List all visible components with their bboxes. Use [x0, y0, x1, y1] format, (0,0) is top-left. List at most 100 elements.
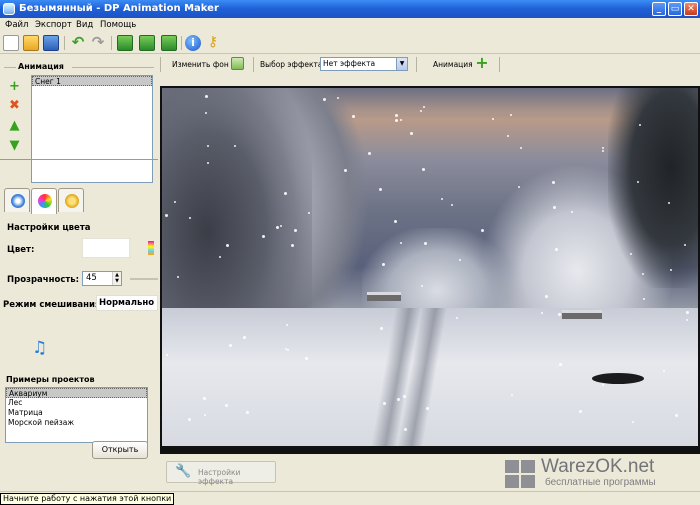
menu-file[interactable]: Файл [5, 20, 28, 30]
snowflake [541, 312, 543, 314]
effect-settings-label: Настройки эффекта [198, 468, 241, 486]
main-toolbar: ↶ ↷ i ⚷ [0, 32, 700, 54]
snowflake [422, 168, 425, 171]
snowflake [205, 95, 208, 98]
snowflake [686, 319, 688, 321]
color-settings-title: Настройки цвета [7, 223, 91, 233]
snowflake [441, 198, 443, 200]
info-icon[interactable]: i [185, 35, 201, 51]
preview-canvas[interactable] [160, 86, 700, 454]
list-item[interactable]: Матрица [6, 408, 147, 418]
snowflake [459, 259, 461, 261]
move-up-icon[interactable]: ▲ [8, 119, 21, 133]
delete-icon[interactable]: ✖ [8, 99, 21, 113]
snowflake [571, 211, 573, 213]
export-image-icon[interactable] [139, 35, 155, 51]
snowflake [225, 404, 228, 407]
add-icon[interactable]: + [8, 80, 21, 94]
snowflake [404, 428, 407, 431]
snowflake [229, 344, 232, 347]
snowflake [207, 162, 209, 164]
export-exe-icon[interactable] [161, 35, 177, 51]
minimize-button[interactable]: _ [652, 2, 666, 16]
snowflake [287, 349, 289, 351]
menu-help[interactable]: Помощь [100, 20, 136, 30]
effect-select-label: Выбор эффекта [260, 60, 323, 69]
snowflake [174, 201, 176, 203]
snowflake [668, 202, 670, 204]
dark-trees-right [608, 88, 698, 288]
house [562, 310, 602, 319]
save-icon[interactable] [43, 35, 59, 51]
snowflake [352, 115, 355, 118]
toolbar-separator [181, 36, 182, 50]
effect-settings-button[interactable]: 🔧 Настройки эффекта [166, 461, 276, 486]
export-icon[interactable] [117, 35, 133, 51]
opacity-spinner[interactable]: 45 ▲ ▼ [82, 271, 122, 286]
snowflake [234, 145, 236, 147]
color-swatch[interactable] [82, 238, 130, 258]
move-down-icon[interactable]: ▼ [8, 139, 21, 153]
snowy-trees-back [362, 228, 512, 318]
snowflake [553, 206, 556, 209]
examples-title: Примеры проектов [6, 375, 95, 384]
list-item[interactable]: Аквариум [6, 388, 147, 398]
music-note-icon[interactable]: ♫ [32, 340, 48, 358]
snowflake [380, 327, 383, 330]
snowflake [421, 285, 423, 287]
snowflake [177, 276, 179, 278]
chevron-down-icon[interactable]: ▼ [396, 58, 407, 70]
title-bar: Безымянный - DP Animation Maker _ ▭ ✕ [0, 0, 700, 18]
window-title: Безымянный - DP Animation Maker [19, 3, 219, 14]
winter-scene-image [162, 88, 698, 446]
snowflake [507, 135, 509, 137]
snowflake [305, 357, 308, 360]
spinner-arrows[interactable]: ▲ ▼ [112, 272, 121, 285]
blend-mode-select[interactable]: Нормально [96, 295, 158, 311]
toolbar-separator [64, 36, 65, 50]
examples-list[interactable]: Аквариум Лес Матрица Морской пейзаж [5, 387, 148, 443]
dark-patch [592, 373, 644, 384]
snowflake [280, 225, 282, 227]
toolbar-separator [253, 57, 254, 72]
snowflake [286, 324, 288, 326]
effect-select[interactable]: Нет эффекта ▼ [320, 57, 408, 71]
maximize-button[interactable]: ▭ [668, 2, 682, 16]
opacity-slider[interactable] [130, 278, 158, 280]
snowflake [379, 188, 382, 191]
blend-mode-label: Режим смешивания [3, 300, 101, 310]
color-picker-strip[interactable] [148, 241, 154, 255]
menu-export[interactable]: Экспорт [35, 20, 72, 30]
image-icon[interactable] [231, 57, 244, 70]
snowflake [400, 242, 402, 244]
snowflake [262, 235, 265, 238]
snowflake [395, 119, 398, 122]
add-animation-icon[interactable]: + [475, 55, 489, 71]
snowflake [637, 181, 639, 183]
snowflake [189, 217, 191, 219]
effect-select-value: Нет эффекта [323, 59, 376, 68]
snowflake [207, 145, 209, 147]
redo-icon[interactable]: ↷ [90, 35, 106, 51]
open-example-button[interactable]: Открыть [92, 441, 148, 459]
list-item[interactable]: Лес [6, 398, 147, 408]
open-folder-icon[interactable] [23, 35, 39, 51]
snowflake [684, 244, 686, 246]
change-background-button[interactable]: Изменить фон [172, 60, 229, 69]
snowflake [382, 263, 385, 266]
snowflake [394, 220, 397, 223]
key-icon[interactable]: ⚷ [205, 35, 221, 51]
snowflake [602, 384, 604, 386]
undo-icon[interactable]: ↶ [70, 35, 86, 51]
snowflake [520, 147, 522, 149]
snowflake [165, 214, 168, 217]
list-item[interactable]: Морской пейзаж [6, 418, 147, 428]
new-icon[interactable] [3, 35, 19, 51]
snowflake [219, 256, 221, 258]
snowflake [545, 295, 548, 298]
list-item[interactable]: Снег 1 [32, 76, 152, 86]
close-button[interactable]: ✕ [684, 2, 698, 16]
color-label: Цвет: [7, 245, 35, 255]
menu-view[interactable]: Вид [76, 20, 93, 30]
snowflake [395, 114, 398, 117]
